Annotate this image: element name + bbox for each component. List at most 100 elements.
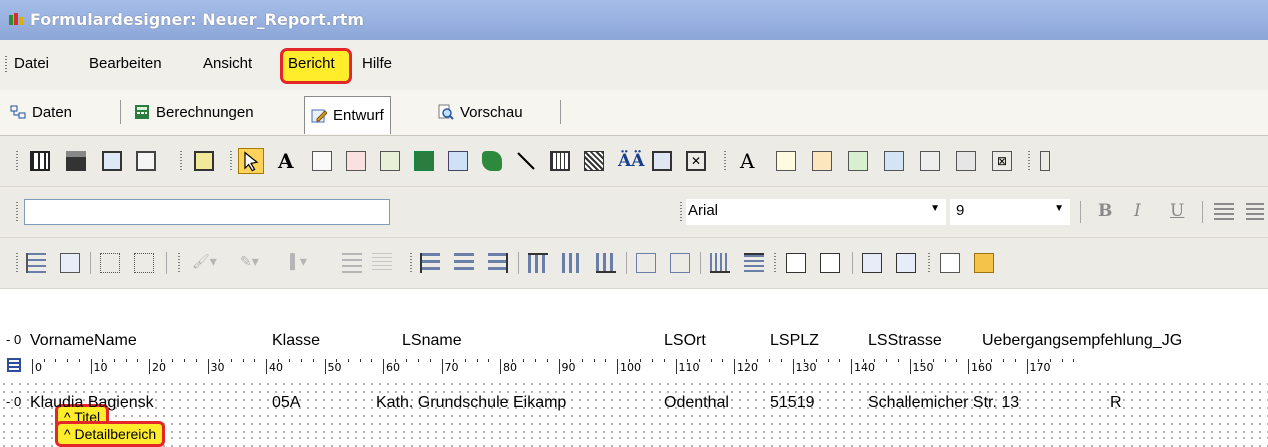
fill-color-icon[interactable]: 🖌▾ [192, 253, 230, 273]
line-color-icon[interactable]: ✎▾ [240, 253, 278, 273]
data-icon [10, 105, 26, 119]
crosstab-icon[interactable] [136, 151, 156, 171]
report-icon[interactable] [194, 151, 214, 171]
menu-hilfe[interactable]: Hilfe [362, 55, 392, 72]
field-lsplz[interactable]: LSPLZ [770, 332, 830, 350]
draw-grid-icon[interactable] [134, 253, 154, 273]
space-vertical-icon[interactable] [670, 253, 690, 273]
richtext-icon[interactable] [380, 151, 400, 171]
memo-icon[interactable] [312, 151, 332, 171]
db-memo-icon[interactable] [776, 151, 796, 171]
font-size-select[interactable]: 9 ▼ [950, 199, 1070, 225]
space-horizontal-icon[interactable] [636, 253, 656, 273]
align-rights-icon[interactable] [488, 253, 508, 273]
center-vertical-icon[interactable] [820, 253, 840, 273]
send-back-icon[interactable] [60, 253, 80, 273]
menu-bericht[interactable]: Bericht [288, 55, 335, 72]
grid-icon[interactable] [30, 151, 50, 171]
detail-field-ort[interactable]: Odenthal [664, 394, 756, 412]
db-2d-barcode-icon[interactable] [956, 151, 976, 171]
line-style-icon[interactable] [372, 253, 392, 273]
field-klasse[interactable]: Klasse [272, 332, 366, 350]
tab-berechnungen[interactable]: Berechnungen [128, 96, 260, 128]
align-left-icon[interactable] [1214, 203, 1234, 223]
align-bottoms-icon[interactable] [596, 253, 616, 273]
detail-field-schule[interactable]: Kath. Grundschule Eikamp [376, 394, 652, 412]
tab-daten[interactable]: Daten [4, 96, 78, 128]
calc-field-icon[interactable] [414, 151, 434, 171]
snap-grid-icon[interactable] [100, 253, 120, 273]
ruler-minor-tick [242, 359, 244, 362]
align-lefts-icon[interactable] [420, 253, 440, 273]
more-icon[interactable] [1040, 151, 1050, 171]
ruler-label: 110 [678, 361, 700, 374]
equal-height-icon[interactable] [744, 253, 764, 273]
toolbar-grip [1028, 151, 1030, 171]
ruler-minor-tick [1061, 359, 1063, 362]
field-uebergangsempfehlung[interactable]: Uebergangsempfehlung_JG [982, 332, 1268, 350]
detail-field-name[interactable]: Klaudia Bagiensk [30, 394, 202, 412]
underline-button[interactable]: U [1170, 201, 1184, 221]
line-icon[interactable] [516, 151, 536, 171]
align-center-icon[interactable] [1246, 203, 1264, 223]
image-icon[interactable] [448, 151, 468, 171]
checkbox-icon[interactable]: ✕ [686, 151, 706, 171]
2d-barcode-icon[interactable] [584, 151, 604, 171]
tab-vorschau[interactable]: Vorschau [432, 96, 529, 128]
ruler-major-tick [909, 359, 911, 374]
shrink-icon[interactable] [862, 253, 882, 273]
menu-bearbeiten[interactable]: Bearbeiten [89, 55, 162, 72]
db-label-icon[interactable]: A [740, 151, 760, 171]
system-var-icon[interactable]: ÄÄ [618, 151, 644, 171]
dbtext-icon[interactable] [346, 151, 366, 171]
center-horizontal-icon[interactable] [786, 253, 806, 273]
ruler-minor-tick [815, 359, 817, 362]
detail-field-plz[interactable]: 51519 [770, 394, 834, 412]
line-width-icon[interactable] [342, 253, 362, 273]
align-centers-icon[interactable] [454, 253, 474, 273]
tab-entwurf[interactable]: Entwurf [304, 96, 391, 134]
menu-ansicht[interactable]: Ansicht [203, 55, 252, 72]
italic-button[interactable]: I [1134, 201, 1141, 221]
field-vornamename[interactable]: VornameName [30, 332, 202, 350]
label-icon[interactable]: A [278, 151, 298, 171]
align-middles-icon[interactable] [562, 253, 582, 273]
subreport-icon[interactable] [102, 151, 122, 171]
table-icon[interactable] [652, 151, 672, 171]
highlight-color-icon[interactable]: ▌▾ [290, 253, 328, 273]
field-lsort[interactable]: LSOrt [664, 332, 724, 350]
font-select[interactable]: Arial ▼ [686, 199, 946, 225]
field-lsstrasse[interactable]: LSStrasse [868, 332, 980, 350]
db-image-icon[interactable] [884, 151, 904, 171]
detail-field-strasse[interactable]: Schallemicher Str. 13 [868, 394, 1040, 412]
toolbar-grip [16, 253, 18, 273]
bold-button[interactable]: B [1098, 201, 1112, 221]
select-pointer-icon[interactable] [238, 148, 264, 174]
align-tops-icon[interactable] [528, 253, 548, 273]
ruler-major-tick [383, 359, 384, 374]
menu-datei[interactable]: Datei [14, 55, 49, 72]
detail-field-klasse[interactable]: 05A [272, 394, 332, 412]
ruler-toggle-icon[interactable] [6, 357, 22, 373]
equal-width-icon[interactable] [710, 253, 730, 273]
ruler-minor-tick [67, 359, 69, 362]
field-lsname[interactable]: LSname [402, 332, 492, 350]
band-icon[interactable] [66, 151, 86, 171]
bring-front-icon[interactable] [26, 253, 46, 273]
ruler-minor-tick [1014, 359, 1016, 362]
db-barcode-icon[interactable] [920, 151, 940, 171]
band-marker: - 0 [6, 394, 22, 409]
ruler-minor-tick [429, 359, 431, 362]
detailbereich-band-label[interactable]: ^ Detailbereich [55, 421, 166, 447]
grow-icon[interactable] [896, 253, 916, 273]
detail-field-empfehlung[interactable]: R [1110, 394, 1140, 412]
db-calc-icon[interactable] [848, 151, 868, 171]
tab-vorschau-label: Vorschau [460, 103, 523, 121]
db-richtext-icon[interactable] [812, 151, 832, 171]
new-icon[interactable] [940, 253, 960, 273]
shape-icon[interactable] [482, 151, 502, 171]
open-folder-icon[interactable] [974, 253, 994, 273]
db-checkbox-icon[interactable]: ⊠ [992, 151, 1012, 171]
barcode-icon[interactable] [550, 151, 570, 171]
edit-value-field[interactable] [24, 199, 390, 225]
